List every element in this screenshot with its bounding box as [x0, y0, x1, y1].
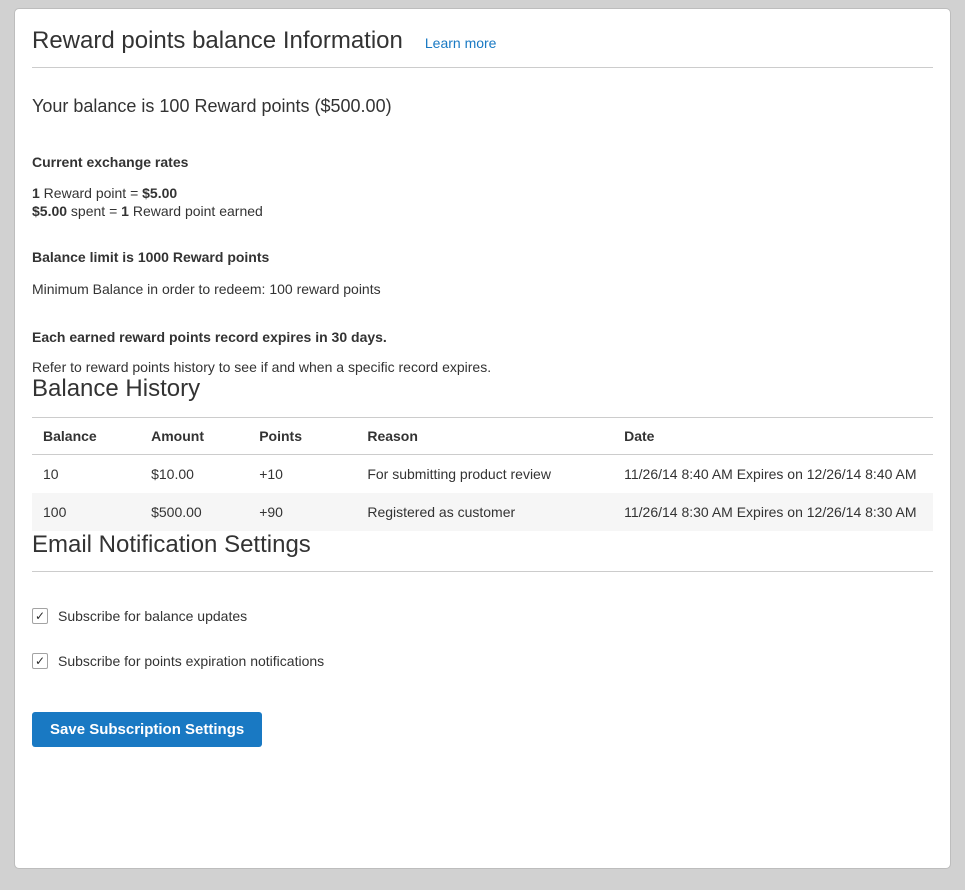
exchange-rates: 1 Reward point = $5.00 $5.00 spent = 1 R…	[32, 184, 933, 220]
expiration-rule-text: Each earned reward points record expires…	[32, 329, 933, 345]
checkmark-icon: ✓	[35, 610, 45, 622]
rate1-amount: $5.00	[142, 185, 177, 201]
rate2-amount: $5.00	[32, 203, 67, 219]
points-expiration-label[interactable]: Subscribe for points expiration notifica…	[58, 653, 324, 669]
rate2-suffix: Reward point earned	[129, 203, 263, 219]
cell-date: 11/26/14 8:30 AM Expires on 12/26/14 8:3…	[613, 493, 933, 531]
column-header-amount: Amount	[140, 418, 248, 455]
column-header-balance: Balance	[32, 418, 140, 455]
balance-updates-label[interactable]: Subscribe for balance updates	[58, 608, 247, 624]
minimum-balance-text: Minimum Balance in order to redeem: 100 …	[32, 281, 933, 297]
checkmark-icon: ✓	[35, 655, 45, 667]
cell-amount: $10.00	[140, 455, 248, 494]
expiration-note-text: Refer to reward points history to see if…	[32, 359, 933, 375]
column-header-date: Date	[613, 418, 933, 455]
save-subscription-settings-button[interactable]: Save Subscription Settings	[32, 712, 262, 747]
points-expiration-option: ✓ Subscribe for points expiration notifi…	[32, 653, 933, 669]
table-row: 100 $500.00 +90 Registered as customer 1…	[32, 493, 933, 531]
exchange-rate-line-2: $5.00 spent = 1 Reward point earned	[32, 202, 933, 220]
balance-history-table: Balance Amount Points Reason Date 10 $10…	[32, 417, 933, 531]
balance-limit-text: Balance limit is 1000 Reward points	[32, 249, 933, 265]
cell-date: 11/26/14 8:40 AM Expires on 12/26/14 8:4…	[613, 455, 933, 494]
balance-history-title: Balance History	[32, 375, 933, 403]
cell-reason: Registered as customer	[356, 493, 613, 531]
page-title: Reward points balance Information	[32, 27, 403, 55]
cell-balance: 10	[32, 455, 140, 494]
learn-more-link[interactable]: Learn more	[425, 35, 497, 51]
column-header-points: Points	[248, 418, 356, 455]
balance-summary: Your balance is 100 Reward points ($500.…	[32, 96, 933, 117]
balance-updates-checkbox[interactable]: ✓	[32, 608, 48, 624]
cell-amount: $500.00	[140, 493, 248, 531]
cell-balance: 100	[32, 493, 140, 531]
rate1-points: 1	[32, 185, 40, 201]
balance-updates-option: ✓ Subscribe for balance updates	[32, 608, 933, 624]
cell-points: +90	[248, 493, 356, 531]
exchange-rates-heading: Current exchange rates	[32, 154, 933, 170]
reward-points-panel: Reward points balance Information Learn …	[14, 8, 951, 869]
table-header-row: Balance Amount Points Reason Date	[32, 418, 933, 455]
page-header: Reward points balance Information Learn …	[32, 25, 933, 55]
cell-points: +10	[248, 455, 356, 494]
rate2-points: 1	[121, 203, 129, 219]
column-header-reason: Reason	[356, 418, 613, 455]
exchange-rate-line-1: 1 Reward point = $5.00	[32, 184, 933, 202]
cell-reason: For submitting product review	[356, 455, 613, 494]
rate2-middle: spent =	[67, 203, 121, 219]
notification-divider	[32, 571, 933, 572]
header-divider	[32, 67, 933, 68]
rate1-middle: Reward point =	[40, 185, 142, 201]
table-row: 10 $10.00 +10 For submitting product rev…	[32, 455, 933, 494]
points-expiration-checkbox[interactable]: ✓	[32, 653, 48, 669]
email-notification-title: Email Notification Settings	[32, 531, 933, 559]
